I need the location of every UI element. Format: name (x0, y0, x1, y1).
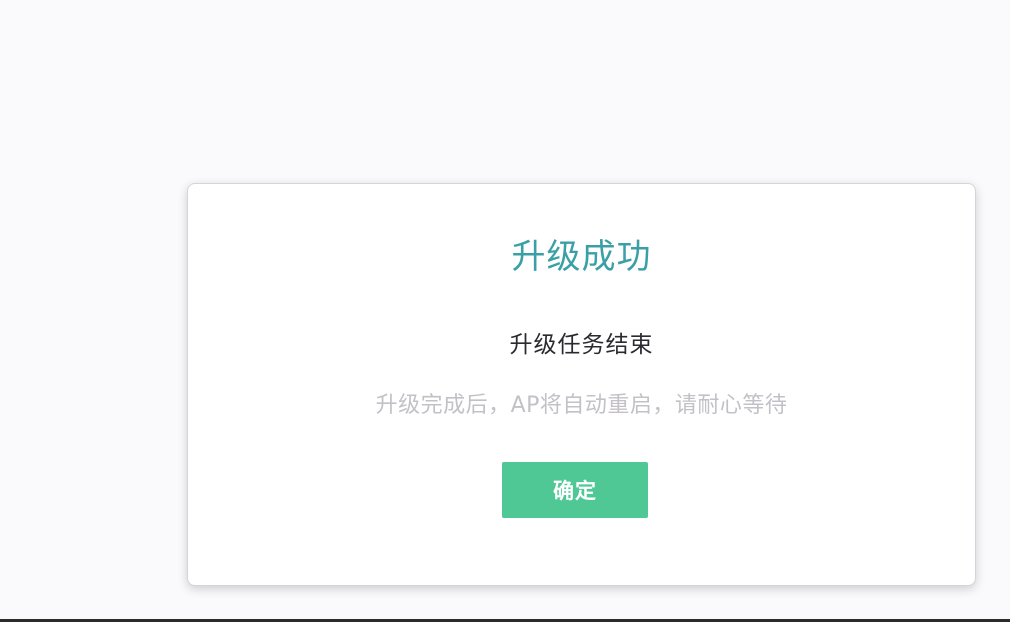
dialog-title: 升级成功 (511, 237, 652, 277)
dialog-message: 升级完成后，AP将自动重启，请耐心等待 (375, 393, 788, 418)
dialog-subtitle: 升级任务结束 (509, 332, 654, 358)
upgrade-success-dialog: 升级成功 升级任务结束 升级完成后，AP将自动重启，请耐心等待 确定 (187, 183, 976, 586)
confirm-button[interactable]: 确定 (502, 462, 648, 518)
page-background: 升级成功 升级任务结束 升级完成后，AP将自动重启，请耐心等待 确定 (0, 0, 1010, 622)
